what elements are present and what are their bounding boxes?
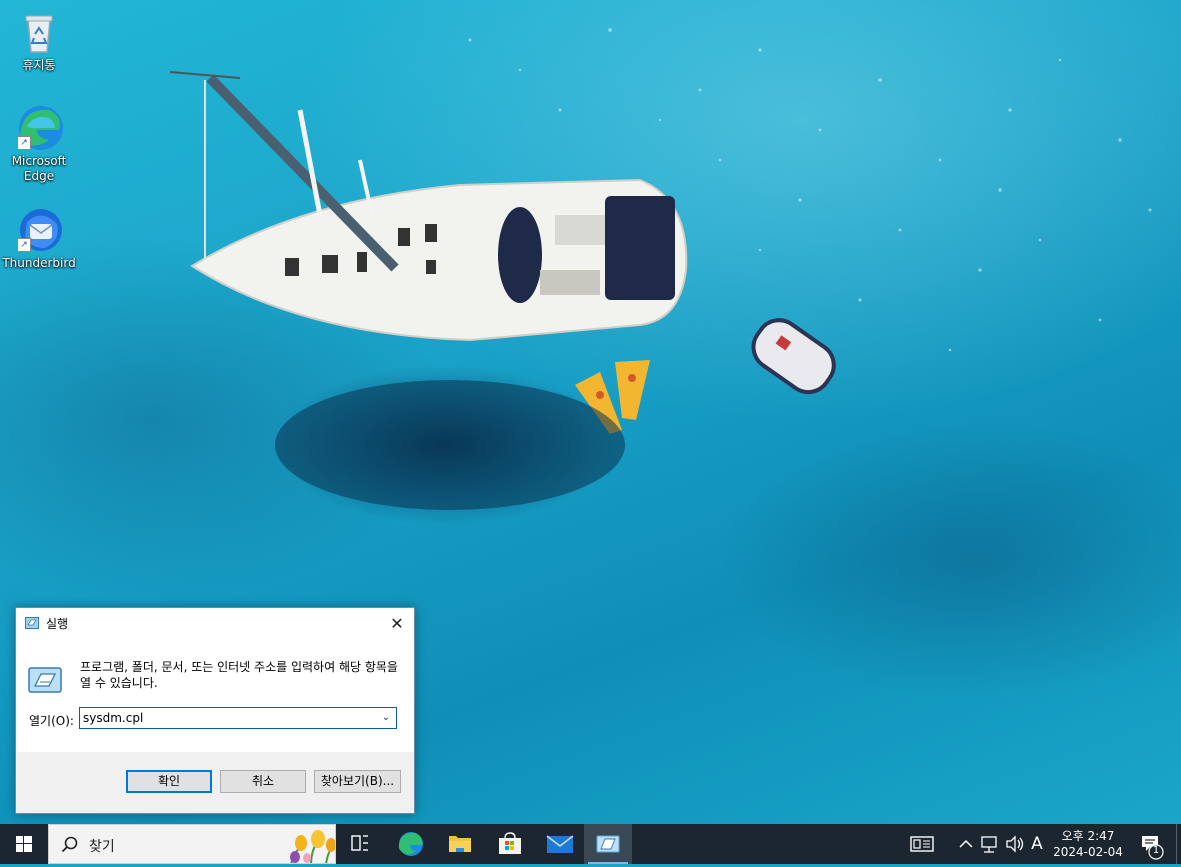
search-placeholder: 찾기 [89, 839, 115, 855]
open-field-label: 열기(O): [29, 714, 74, 728]
tray-network[interactable] [978, 824, 1002, 864]
clock-date: 2024-02-04 [1053, 845, 1123, 859]
recycle-bin-icon [15, 8, 63, 56]
desktop-icon-label: Microsoft Edge [11, 154, 67, 183]
run-dialog-footer: 확인 취소 찾아보기(B)... [16, 752, 414, 813]
open-input[interactable] [83, 710, 373, 726]
taskbar-app-file-explorer[interactable] [436, 824, 484, 864]
notification-icon [1142, 836, 1164, 860]
desktop-icon-label: Thunderbird [2, 256, 76, 270]
tray-news-widget[interactable] [900, 824, 944, 864]
search-highlight-flowers-icon [290, 830, 335, 863]
mail-icon [546, 835, 574, 853]
windows-logo-icon [16, 836, 32, 852]
tray-overflow-button[interactable] [956, 824, 976, 864]
folder-icon [449, 836, 471, 852]
desktop-icon-thunderbird[interactable]: ↗ Thunderbird [2, 206, 76, 271]
start-button[interactable] [0, 824, 48, 864]
run-description: 프로그램, 폴더, 문서, 또는 인터넷 주소를 입력하여 해당 항목을 열 수… [80, 660, 398, 690]
open-combobox[interactable]: ⌄ [79, 707, 397, 729]
notification-count-badge: 1 [1152, 845, 1160, 856]
run-app-icon [25, 617, 39, 629]
run-app-icon [596, 835, 620, 853]
run-dialog-body: 프로그램, 폴더, 문서, 또는 인터넷 주소를 입력하여 해당 항목을 열 수… [16, 639, 414, 752]
tray-volume[interactable] [1003, 824, 1027, 864]
shortcut-arrow-icon: ↗ [17, 136, 31, 150]
taskbar: 찾기 A 오후 2:47 2024-02-04 1 [0, 824, 1181, 864]
run-program-icon [28, 667, 62, 693]
tray-input-indicator[interactable]: A [1027, 824, 1047, 864]
task-view-icon [351, 835, 368, 851]
taskbar-app-edge[interactable] [386, 824, 434, 864]
run-dialog: 실행 ✕ 프로그램, 폴더, 문서, 또는 인터넷 주소를 입력하여 해당 항목… [15, 607, 415, 814]
taskbar-app-microsoft-store[interactable] [486, 824, 534, 864]
taskbar-search-box[interactable]: 찾기 [48, 824, 336, 864]
ok-button[interactable]: 확인 [126, 770, 212, 793]
taskbar-app-run[interactable] [584, 824, 632, 864]
volume-icon [1006, 835, 1024, 853]
close-icon: ✕ [390, 614, 404, 633]
close-button[interactable]: ✕ [380, 608, 414, 639]
notification-center-button[interactable]: 1 [1134, 824, 1170, 864]
edge-icon: ↗ [15, 104, 63, 152]
desktop-icon-label: 휴지통 [22, 58, 56, 72]
cancel-button[interactable]: 취소 [220, 770, 306, 793]
edge-icon [398, 832, 423, 856]
taskbar-app-mail[interactable] [536, 824, 584, 864]
chevron-down-icon[interactable]: ⌄ [378, 709, 394, 727]
clock-time: 오후 2:47 [1061, 829, 1115, 843]
search-icon [61, 836, 78, 853]
show-desktop-button[interactable] [1176, 824, 1181, 864]
desktop-icon-recycle-bin[interactable]: 휴지통 [2, 8, 76, 73]
task-view-button[interactable] [336, 824, 384, 864]
run-dialog-titlebar[interactable]: 실행 ✕ [16, 608, 414, 639]
news-icon [910, 836, 934, 852]
desktop-icon-microsoft-edge[interactable]: ↗ Microsoft Edge [2, 104, 76, 184]
thunderbird-icon: ↗ [15, 206, 63, 254]
shortcut-arrow-icon: ↗ [17, 238, 31, 252]
browse-button[interactable]: 찾아보기(B)... [314, 770, 401, 793]
chevron-up-icon [959, 839, 973, 848]
store-icon [499, 832, 521, 854]
run-dialog-title: 실행 [46, 617, 69, 631]
network-icon [981, 836, 997, 853]
